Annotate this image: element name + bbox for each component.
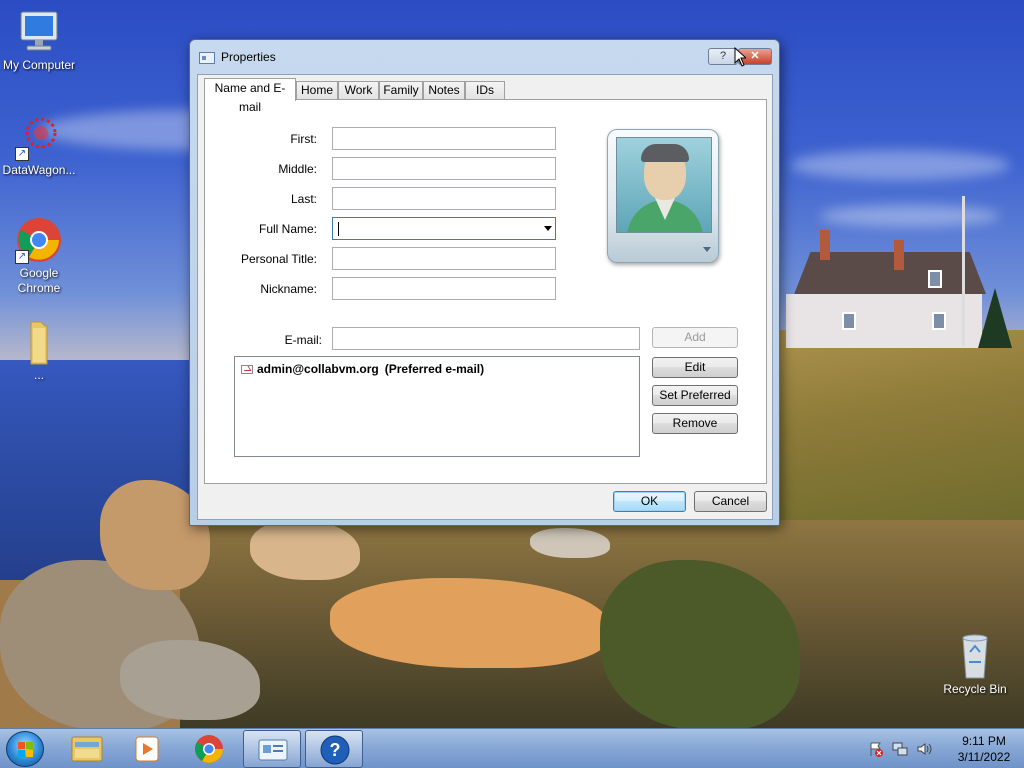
action-center-flag-icon[interactable] xyxy=(868,741,884,757)
computer-icon xyxy=(15,8,63,56)
media-player-icon xyxy=(135,736,159,762)
add-email-button[interactable]: Add xyxy=(652,327,738,348)
taskbar-explorer[interactable] xyxy=(58,730,116,768)
cancel-button[interactable]: Cancel xyxy=(694,491,767,512)
properties-dialog: Properties ? ✕ Name and E-mail Home Work… xyxy=(189,39,780,526)
dialog-titlebar[interactable]: Properties ? ✕ xyxy=(190,40,779,74)
set-preferred-button[interactable]: Set Preferred xyxy=(652,385,738,406)
contact-photo-button[interactable] xyxy=(607,129,719,263)
list-item[interactable]: admin@collabvm.org (Preferred e-mail) xyxy=(241,361,484,377)
taskbar-help[interactable]: ? xyxy=(305,730,363,768)
middle-label: Middle: xyxy=(278,162,317,176)
middle-name-input[interactable] xyxy=(332,157,556,180)
text-caret xyxy=(338,222,339,236)
email-preferred-note: (Preferred e-mail) xyxy=(384,362,485,376)
wallpaper-cloud xyxy=(820,205,1000,227)
tab-home[interactable]: Home xyxy=(296,81,338,100)
personal-title-input[interactable] xyxy=(332,247,556,270)
contact-card-icon xyxy=(199,52,215,64)
default-contact-avatar-icon xyxy=(616,137,712,233)
personal-title-label: Personal Title: xyxy=(240,252,317,266)
desktop-icon-datawagon[interactable]: ↗ DataWagon... xyxy=(0,113,79,178)
last-name-input[interactable] xyxy=(332,187,556,210)
taskbar-clock[interactable]: 9:11 PM 3/11/2022 xyxy=(944,733,1024,765)
nickname-label: Nickname: xyxy=(260,282,317,296)
taskbar-chrome[interactable] xyxy=(180,730,238,768)
contact-card-icon xyxy=(258,739,288,761)
desktop-icon-label: ... xyxy=(33,368,44,382)
clock-time: 9:11 PM xyxy=(962,734,1006,748)
wallpaper-rock xyxy=(530,528,610,558)
envelope-icon xyxy=(241,364,253,374)
file-explorer-icon xyxy=(71,736,103,762)
email-input[interactable] xyxy=(332,327,640,350)
desktop-icon-label: My Computer xyxy=(2,58,76,72)
desktop-icon-recycle-bin[interactable]: Recycle Bin xyxy=(935,632,1015,697)
windows-logo-icon xyxy=(18,742,34,758)
email-address-list[interactable]: admin@collabvm.org (Preferred e-mail) xyxy=(234,356,640,457)
first-label: First: xyxy=(290,132,317,146)
clock-date: 3/11/2022 xyxy=(957,750,1011,764)
desktop-icon-my-computer[interactable]: My Computer xyxy=(0,8,79,73)
wallpaper-cloud xyxy=(790,150,1010,180)
dropdown-arrow-icon[interactable] xyxy=(544,226,552,231)
shortcut-arrow-icon: ↗ xyxy=(15,147,29,161)
tab-notes[interactable]: Notes xyxy=(423,81,465,100)
taskbar: ? 9:11 PM 3/11/2022 xyxy=(0,728,1024,768)
email-address: admin@collabvm.org xyxy=(257,362,379,376)
full-name-label: Full Name: xyxy=(258,222,317,236)
desktop-icon-label: DataWagon... xyxy=(2,163,76,177)
last-label: Last: xyxy=(290,192,317,206)
system-tray: 9:11 PM 3/11/2022 xyxy=(864,729,1024,768)
folder-icon xyxy=(15,318,63,366)
wallpaper-flagpole xyxy=(962,196,965,346)
desktop-icon-folder[interactable]: ... xyxy=(0,318,79,383)
nickname-input[interactable] xyxy=(332,277,556,300)
full-name-combobox[interactable] xyxy=(332,217,556,240)
taskbar-contacts-properties[interactable] xyxy=(243,730,301,768)
desktop-icon-google-chrome[interactable]: ↗ Google Chrome xyxy=(0,216,79,296)
tab-work[interactable]: Work xyxy=(338,81,379,100)
help-icon: ? xyxy=(320,735,350,765)
tab-ids[interactable]: IDs xyxy=(465,81,505,100)
shortcut-arrow-icon: ↗ xyxy=(15,250,29,264)
chevron-down-icon[interactable] xyxy=(703,247,711,252)
volume-icon[interactable] xyxy=(916,741,932,757)
wallpaper-house xyxy=(782,230,986,348)
start-button[interactable] xyxy=(6,731,44,767)
tab-panel-name-and-email: First: Middle: Last: Full Name: Personal… xyxy=(204,99,767,484)
tab-name-and-email[interactable]: Name and E-mail xyxy=(204,78,296,114)
first-name-input[interactable] xyxy=(332,127,556,150)
svg-text:?: ? xyxy=(330,740,341,760)
datawagon-icon: ↗ xyxy=(15,113,63,161)
dialog-title: Properties xyxy=(221,50,276,64)
recycle-bin-icon xyxy=(951,632,999,680)
chrome-icon xyxy=(195,735,223,763)
network-icon[interactable] xyxy=(892,741,908,757)
remove-email-button[interactable]: Remove xyxy=(652,413,738,434)
desktop-icon-label: Recycle Bin xyxy=(943,682,1007,696)
edit-email-button[interactable]: Edit xyxy=(652,357,738,378)
email-label: E-mail: xyxy=(284,333,322,347)
ok-button[interactable]: OK xyxy=(613,491,686,512)
chrome-icon: ↗ xyxy=(15,216,63,264)
tab-family[interactable]: Family xyxy=(379,81,423,100)
desktop-icon-label: Google Chrome xyxy=(17,266,61,295)
taskbar-media-player[interactable] xyxy=(118,730,176,768)
mouse-cursor-icon xyxy=(734,47,746,67)
dialog-client-area: Name and E-mail Home Work Family Notes I… xyxy=(197,74,773,520)
